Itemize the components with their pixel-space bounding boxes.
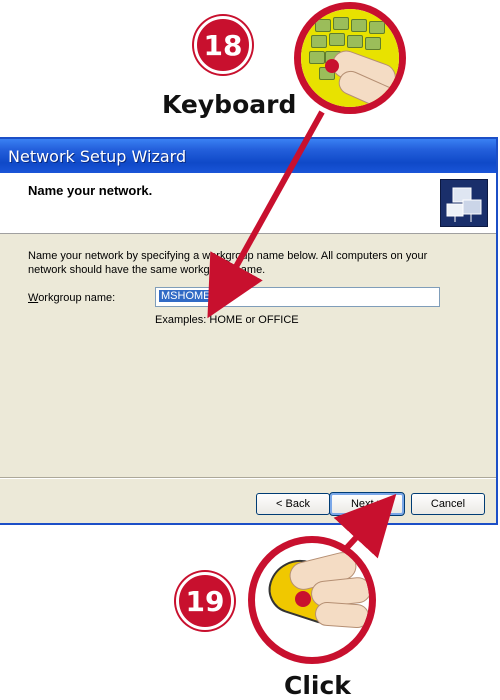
mouse-callout: [248, 536, 376, 664]
click-label: Click: [284, 671, 351, 700]
mouse-icon: [255, 543, 369, 657]
step-19-number: 19: [185, 584, 225, 618]
step-19-badge: 19: [176, 572, 234, 630]
keyboard-arrow: [207, 110, 325, 319]
